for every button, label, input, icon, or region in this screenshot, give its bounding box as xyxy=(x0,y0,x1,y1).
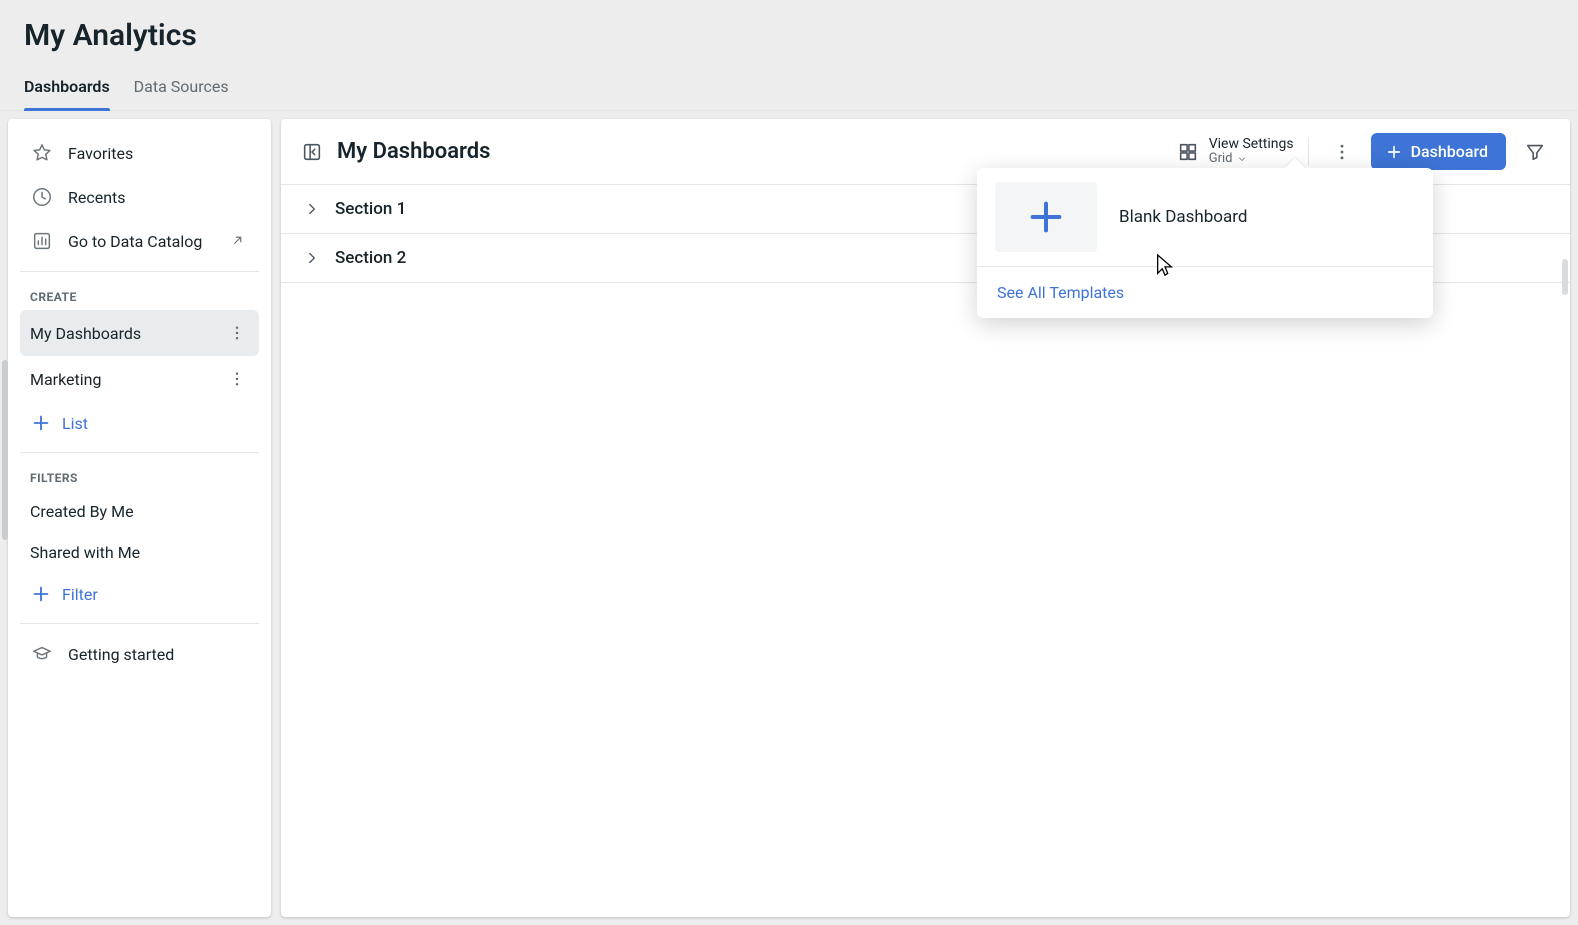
sidebar: Favorites Recents Go to Data Catalog CRE… xyxy=(8,119,271,917)
plus-icon xyxy=(1385,143,1403,161)
app-header: My Analytics xyxy=(0,0,1578,53)
grid-icon xyxy=(1177,141,1199,163)
popover-item-label: Blank Dashboard xyxy=(1119,207,1247,227)
sidebar-item-data-catalog[interactable]: Go to Data Catalog xyxy=(20,219,259,263)
sidebar-item-label: My Dashboards xyxy=(30,324,141,343)
sidebar-item-label: Created By Me xyxy=(30,502,134,521)
tab-dashboards[interactable]: Dashboards xyxy=(24,67,110,110)
clock-icon xyxy=(30,186,54,208)
graduation-cap-icon xyxy=(30,643,54,665)
chevron-right-icon xyxy=(303,249,321,267)
divider xyxy=(20,452,259,453)
see-all-templates-link[interactable]: See All Templates xyxy=(977,267,1433,318)
sidebar-list-marketing[interactable]: Marketing xyxy=(20,356,259,402)
sidebar-heading-filters: FILTERS xyxy=(20,461,259,491)
view-settings-value: Grid xyxy=(1209,152,1233,166)
main-title: My Dashboards xyxy=(337,139,1165,164)
sidebar-item-recents[interactable]: Recents xyxy=(20,175,259,219)
new-dashboard-button[interactable]: Dashboard xyxy=(1371,133,1506,170)
sidebar-list-my-dashboards[interactable]: My Dashboards xyxy=(20,310,259,356)
sidebar-filter-shared-with-me[interactable]: Shared with Me xyxy=(20,532,259,573)
add-list-label: List xyxy=(62,414,88,433)
plus-icon xyxy=(30,412,52,434)
tab-label: Dashboards xyxy=(24,77,110,96)
see-all-templates-label: See All Templates xyxy=(997,283,1124,302)
popover-item-blank-dashboard[interactable]: Blank Dashboard xyxy=(977,168,1433,266)
section-label: Section 2 xyxy=(335,248,406,268)
add-list-button[interactable]: List xyxy=(20,402,259,444)
tab-data-sources[interactable]: Data Sources xyxy=(134,67,229,110)
more-icon xyxy=(1332,142,1352,162)
sidebar-item-getting-started[interactable]: Getting started xyxy=(20,632,259,676)
plus-icon xyxy=(30,583,52,605)
scrollbar[interactable] xyxy=(1562,259,1568,295)
sidebar-item-label: Recents xyxy=(68,188,126,207)
sidebar-filter-created-by-me[interactable]: Created By Me xyxy=(20,491,259,532)
header-tabs: Dashboards Data Sources xyxy=(0,67,1578,111)
more-menu-button[interactable] xyxy=(1325,135,1359,169)
chevron-down-icon xyxy=(1236,153,1248,165)
sidebar-item-label: Shared with Me xyxy=(30,543,140,562)
view-settings-text: View Settings Grid xyxy=(1209,137,1294,167)
section-label: Section 1 xyxy=(335,199,406,219)
app-title: My Analytics xyxy=(24,18,1554,53)
more-icon[interactable] xyxy=(225,321,249,345)
chevron-right-icon xyxy=(303,200,321,218)
sidebar-item-favorites[interactable]: Favorites xyxy=(20,131,259,175)
more-icon[interactable] xyxy=(225,367,249,391)
divider xyxy=(20,271,259,272)
new-dashboard-label: Dashboard xyxy=(1411,142,1488,161)
new-dashboard-popover: Blank Dashboard See All Templates xyxy=(977,168,1433,318)
chart-icon xyxy=(30,230,54,252)
sidebar-item-label: Favorites xyxy=(68,144,133,163)
sidebar-heading-create: CREATE xyxy=(20,280,259,310)
add-filter-label: Filter xyxy=(62,585,98,604)
view-settings-label: View Settings xyxy=(1209,137,1294,152)
star-icon xyxy=(30,142,54,164)
filter-toggle-button[interactable] xyxy=(1518,135,1552,169)
filter-icon xyxy=(1524,141,1546,163)
tab-label: Data Sources xyxy=(134,77,229,96)
scrollbar[interactable] xyxy=(2,360,8,540)
collapse-sidebar-button[interactable] xyxy=(299,139,325,165)
blank-dashboard-thumb xyxy=(995,182,1097,252)
add-filter-button[interactable]: Filter xyxy=(20,573,259,615)
sidebar-item-label: Getting started xyxy=(68,645,174,664)
sidebar-item-label: Go to Data Catalog xyxy=(68,232,202,251)
sidebar-item-label: Marketing xyxy=(30,370,101,389)
divider xyxy=(20,623,259,624)
external-link-icon xyxy=(225,232,249,250)
